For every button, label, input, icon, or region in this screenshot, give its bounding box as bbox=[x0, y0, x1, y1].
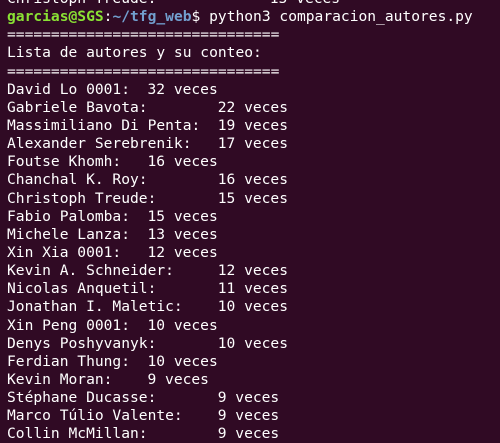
partial-output-line: Christoph Treude:15 veces bbox=[7, 0, 500, 8]
author-name: Massimiliano Di Penta: bbox=[7, 116, 201, 134]
prompt-line: garcias@SGS:~/tfg_web$ python3 comparaci… bbox=[7, 8, 500, 26]
author-line: Chanchal K. Roy: 16 veces bbox=[7, 171, 500, 189]
prompt-user-host: garcias@SGS bbox=[7, 8, 104, 26]
prompt-symbol: $ bbox=[191, 8, 201, 26]
author-list: David Lo 0001: 32 veces Gabriele Bavota: 22… bbox=[7, 81, 500, 443]
author-name: Christoph Treude: bbox=[7, 189, 157, 207]
author-line: Fabio Palomba: 15 veces bbox=[7, 208, 500, 226]
separator-line-bottom: =============================== bbox=[7, 62, 280, 80]
author-name: Christoph Treude: bbox=[7, 0, 270, 8]
author-count: 10 veces bbox=[217, 334, 289, 352]
author-line: Kevin Moran: 9 veces bbox=[7, 371, 500, 389]
author-name: Jonathan I. Maletic: bbox=[7, 298, 183, 316]
author-name: Xin Xia 0001: bbox=[7, 243, 122, 261]
author-name: Denys Poshyvanyk: bbox=[7, 334, 157, 352]
author-count: 15 veces bbox=[217, 189, 289, 207]
author-count: 12 veces bbox=[217, 262, 289, 280]
author-line: Foutse Khomh: 16 veces bbox=[7, 153, 500, 171]
separator-line-top: =============================== bbox=[7, 26, 280, 44]
author-name: Gabriele Bavota: bbox=[7, 98, 148, 116]
author-count: 19 veces bbox=[217, 116, 289, 134]
author-count: 9 veces bbox=[217, 425, 280, 443]
author-name: Fabio Palomba: bbox=[7, 207, 131, 225]
author-count: 16 veces bbox=[217, 171, 289, 189]
author-name: Kevin Moran: bbox=[7, 370, 113, 388]
author-count: 9 veces bbox=[147, 370, 209, 388]
author-count: 9 veces bbox=[217, 407, 280, 425]
author-count: 13 veces bbox=[147, 225, 218, 243]
output-heading: Lista de autores y su conteo: bbox=[7, 44, 262, 62]
author-line: Nicolas Anquetil: 11 veces bbox=[7, 280, 500, 298]
author-line: Jonathan I. Maletic: 10 veces bbox=[7, 298, 500, 316]
author-count: 32 veces bbox=[147, 80, 218, 98]
author-line: Stéphane Ducasse: 9 veces bbox=[7, 389, 500, 407]
author-name: Foutse Khomh: bbox=[7, 153, 122, 171]
author-line: Ferdian Thung: 10 veces bbox=[7, 353, 500, 371]
author-line: Marco Túlio Valente: 9 veces bbox=[7, 407, 500, 425]
author-name: Kevin A. Schneider: bbox=[7, 262, 174, 280]
author-line: Gabriele Bavota: 22 veces bbox=[7, 99, 500, 117]
author-line: Xin Xia 0001: 12 veces bbox=[7, 244, 500, 262]
author-count: 16 veces bbox=[147, 153, 218, 171]
author-name: Nicolas Anquetil: bbox=[7, 280, 157, 298]
author-line: Christoph Treude: 15 veces bbox=[7, 190, 500, 208]
author-name: Ferdian Thung: bbox=[7, 352, 131, 370]
prompt-path: ~/tfg_web bbox=[112, 8, 192, 26]
author-line: Michele Lanza: 13 veces bbox=[7, 226, 500, 244]
author-count: 11 veces bbox=[217, 280, 289, 298]
author-line: Alexander Serebrenik: 17 veces bbox=[7, 135, 500, 153]
author-name: Alexander Serebrenik: bbox=[7, 135, 192, 153]
author-count: 17 veces bbox=[217, 135, 289, 153]
author-line: Denys Poshyvanyk: 10 veces bbox=[7, 335, 500, 353]
author-name: Collin McMillan: bbox=[7, 425, 148, 443]
author-line: Xin Peng 0001: 10 veces bbox=[7, 317, 500, 335]
terminal-window[interactable]: Christoph Treude:15 veces garcias@SGS:~/… bbox=[0, 0, 500, 443]
author-name: Michele Lanza: bbox=[7, 225, 131, 243]
author-count: 12 veces bbox=[147, 243, 218, 261]
author-name: David Lo 0001: bbox=[7, 80, 131, 98]
author-name: Xin Peng 0001: bbox=[7, 316, 131, 334]
author-count: 10 veces bbox=[147, 316, 218, 334]
prompt-command: python3 comparacion_autores.py bbox=[209, 8, 473, 26]
author-line: David Lo 0001: 32 veces bbox=[7, 81, 500, 99]
author-count: 10 veces bbox=[147, 352, 218, 370]
author-count: 15 veces bbox=[270, 0, 340, 8]
author-line: Massimiliano Di Penta: 19 veces bbox=[7, 117, 500, 135]
author-count: 15 veces bbox=[147, 207, 218, 225]
terminal-output: Christoph Treude:15 veces garcias@SGS:~/… bbox=[7, 0, 500, 443]
author-line: Collin McMillan: 9 veces bbox=[7, 425, 500, 443]
author-line: Kevin A. Schneider: 12 veces bbox=[7, 262, 500, 280]
author-name: Marco Túlio Valente: bbox=[7, 407, 183, 425]
author-count: 9 veces bbox=[217, 389, 280, 407]
author-count: 10 veces bbox=[217, 298, 289, 316]
author-name: Stéphane Ducasse: bbox=[7, 389, 157, 407]
author-count: 22 veces bbox=[217, 98, 289, 116]
author-name: Chanchal K. Roy: bbox=[7, 171, 148, 189]
